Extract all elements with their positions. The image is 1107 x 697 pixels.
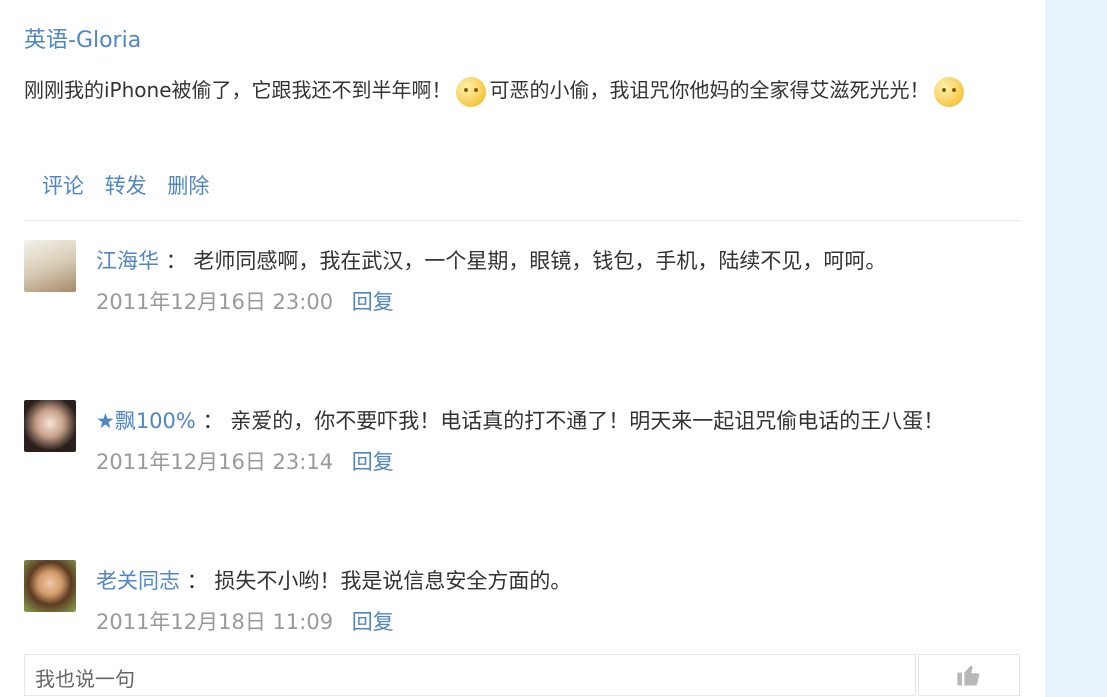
comment-body: 老关同志 ： 损失不小哟！我是说信息安全方面的。 2011年12月18日 11:… [96,560,1016,642]
post-text: 刚刚我的iPhone被偷了，它跟我还不到半年啊！ 可恶的小偷，我诅咒你他妈的全家得… [24,70,1024,110]
comment-input[interactable]: 我也说一句 [24,654,916,696]
thumbs-up-icon [957,665,980,686]
comment-timestamp: 2011年12月16日 23:14 [96,450,334,474]
comment-body: ★飘100% ： 亲爱的，你不要吓我！电话真的打不通了！明天来一起诅咒偷电话的王… [96,400,1016,482]
post-actions: 评论 转发 删除 [42,170,223,200]
reply-link[interactable]: 回复 [352,450,394,474]
reply-link[interactable]: 回复 [352,610,394,634]
divider [24,220,1020,221]
comment-link[interactable]: 评论 [42,174,84,198]
right-side-panel [1045,0,1107,697]
comment-separator: ： [186,569,208,593]
sad-face-emoji-icon [455,76,486,107]
post-text-part2: 可恶的小偷，我诅咒你他妈的全家得艾滋死光光！ [489,78,930,102]
like-button[interactable] [918,654,1020,696]
comment-author[interactable]: 江海华 [96,249,159,273]
comment-text: 亲爱的，你不要吓我！电话真的打不通了！明天来一起诅咒偷电话的王八蛋！ [230,409,945,433]
angry-face-emoji-icon [933,76,964,107]
comment-separator: ： [202,409,224,433]
avatar[interactable] [24,560,76,612]
comment-author[interactable]: 老关同志 [96,569,180,593]
post-text-part1: 刚刚我的iPhone被偷了，它跟我还不到半年啊！ [24,78,452,102]
comment-text: 老师同感啊，我在武汉，一个星期，眼镜，钱包，手机，陆续不见，呵呵。 [193,249,887,273]
comment-separator: ： [165,249,187,273]
post-author[interactable]: 英语-Gloria [24,22,141,54]
comment-timestamp: 2011年12月18日 11:09 [96,610,334,634]
comment-text: 损失不小哟！我是说信息安全方面的。 [214,569,572,593]
post-card: 英语-Gloria 刚刚我的iPhone被偷了，它跟我还不到半年啊！ 可恶的小偷，… [0,0,1045,697]
comment-timestamp: 2011年12月16日 23:00 [96,290,334,314]
comment-body: 江海华 ： 老师同感啊，我在武汉，一个星期，眼镜，钱包，手机，陆续不见，呵呵。 … [96,240,1016,322]
weibo-post-page: 英语-Gloria 刚刚我的iPhone被偷了，它跟我还不到半年啊！ 可恶的小偷，… [0,0,1107,697]
avatar[interactable] [24,400,76,452]
forward-link[interactable]: 转发 [105,174,147,198]
comment-author[interactable]: ★飘100% [96,409,196,433]
avatar[interactable] [24,240,76,292]
delete-link[interactable]: 删除 [167,174,209,198]
reply-link[interactable]: 回复 [352,290,394,314]
